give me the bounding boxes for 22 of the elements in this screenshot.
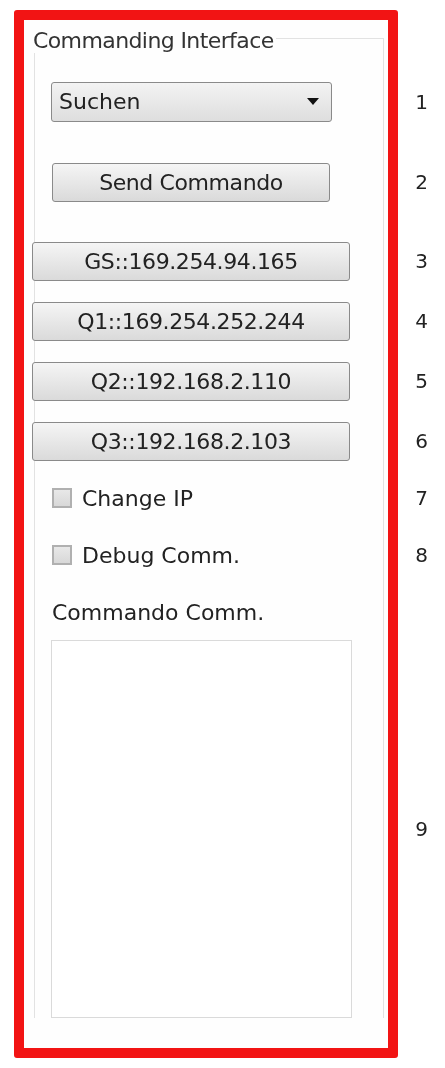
host-button[interactable]: Q1::169.254.252.244 [32, 301, 350, 341]
host-button[interactable]: Q3::192.168.2.103 [32, 421, 350, 461]
host-button[interactable]: GS::169.254.94.165 [32, 241, 350, 281]
marker-number: 6 [415, 429, 428, 453]
command-dropdown[interactable]: Suchen [51, 81, 332, 122]
marker-number: 4 [415, 309, 428, 333]
checkbox[interactable] [52, 488, 72, 508]
marker-number: 5 [415, 369, 428, 393]
checkbox-label: Debug Comm. [82, 542, 241, 568]
checkbox-label: Change IP [82, 485, 193, 511]
marker-number: 9 [415, 817, 428, 841]
checkbox[interactable] [52, 545, 72, 565]
host-button[interactable]: Q2::192.168.2.110 [32, 361, 350, 401]
caret-icon [307, 98, 319, 105]
marker-number: 2 [415, 170, 428, 194]
marker-number: 3 [415, 249, 428, 273]
log-area[interactable] [51, 640, 352, 1018]
marker-number: 1 [415, 89, 428, 114]
marker-number: 7 [415, 486, 428, 510]
log-label: Commando Comm. [52, 600, 265, 625]
send-button[interactable]: Send Commando [52, 162, 330, 202]
marker-number: 8 [415, 543, 428, 567]
